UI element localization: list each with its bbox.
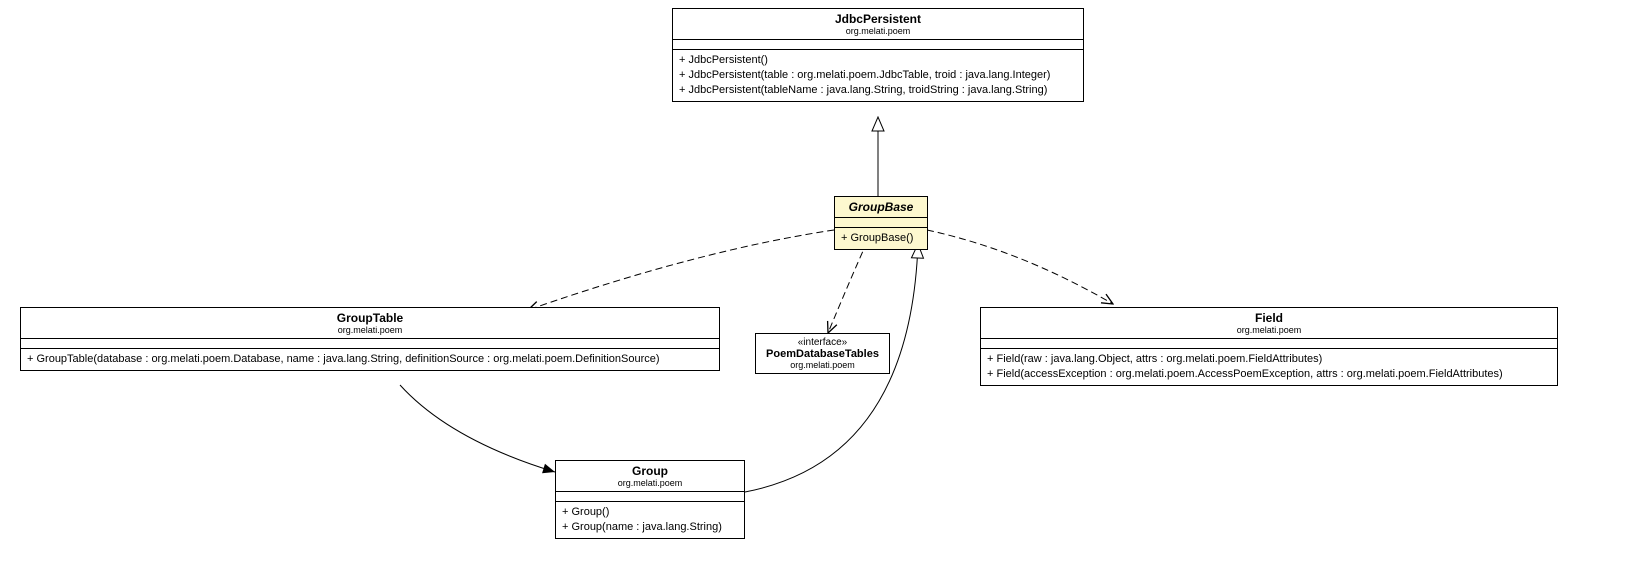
class-field: Field org.melati.poem + Field(raw : java… <box>980 307 1558 386</box>
class-group-table: GroupTable org.melati.poem + GroupTable(… <box>20 307 720 371</box>
class-package: org.melati.poem <box>679 26 1077 36</box>
class-stereotype: «interface» <box>762 337 883 348</box>
class-package: org.melati.poem <box>987 325 1551 335</box>
class-attributes-empty <box>981 339 1557 349</box>
class-title: Field <box>987 311 1551 325</box>
class-jdbc-persistent: JdbcPersistent org.melati.poem + JdbcPer… <box>672 8 1084 102</box>
class-attributes-empty <box>556 492 744 502</box>
class-title: JdbcPersistent <box>679 12 1077 26</box>
operation: + JdbcPersistent(table : org.melati.poem… <box>679 68 1077 83</box>
class-title: Group <box>562 464 738 478</box>
class-package: org.melati.poem <box>562 478 738 488</box>
operation: + Field(raw : java.lang.Object, attrs : … <box>987 352 1551 367</box>
class-operations: + Group() + Group(name : java.lang.Strin… <box>556 502 744 538</box>
operation: + JdbcPersistent(tableName : java.lang.S… <box>679 83 1077 98</box>
interface-poem-database-tables: «interface» PoemDatabaseTables org.melat… <box>755 333 890 374</box>
operation: + GroupTable(database : org.melati.poem.… <box>27 352 713 367</box>
class-title: PoemDatabaseTables <box>762 348 883 360</box>
class-operations: + GroupBase() <box>835 228 927 249</box>
class-group: Group org.melati.poem + Group() + Group(… <box>555 460 745 539</box>
class-attributes-empty <box>21 339 719 349</box>
class-title: GroupBase <box>841 200 921 214</box>
operation: + GroupBase() <box>841 231 921 246</box>
class-operations: + JdbcPersistent() + JdbcPersistent(tabl… <box>673 50 1083 101</box>
class-group-base: GroupBase + GroupBase() <box>834 196 928 250</box>
class-attributes-empty <box>673 40 1083 50</box>
operation: + Field(accessException : org.melati.poe… <box>987 367 1551 382</box>
operation: + Group() <box>562 505 738 520</box>
class-package: org.melati.poem <box>762 360 883 370</box>
operation: + Group(name : java.lang.String) <box>562 520 738 535</box>
class-package: org.melati.poem <box>27 325 713 335</box>
operation: + JdbcPersistent() <box>679 53 1077 68</box>
class-title: GroupTable <box>27 311 713 325</box>
class-operations: + Field(raw : java.lang.Object, attrs : … <box>981 349 1557 385</box>
class-operations: + GroupTable(database : org.melati.poem.… <box>21 349 719 370</box>
class-attributes-empty <box>835 218 927 228</box>
